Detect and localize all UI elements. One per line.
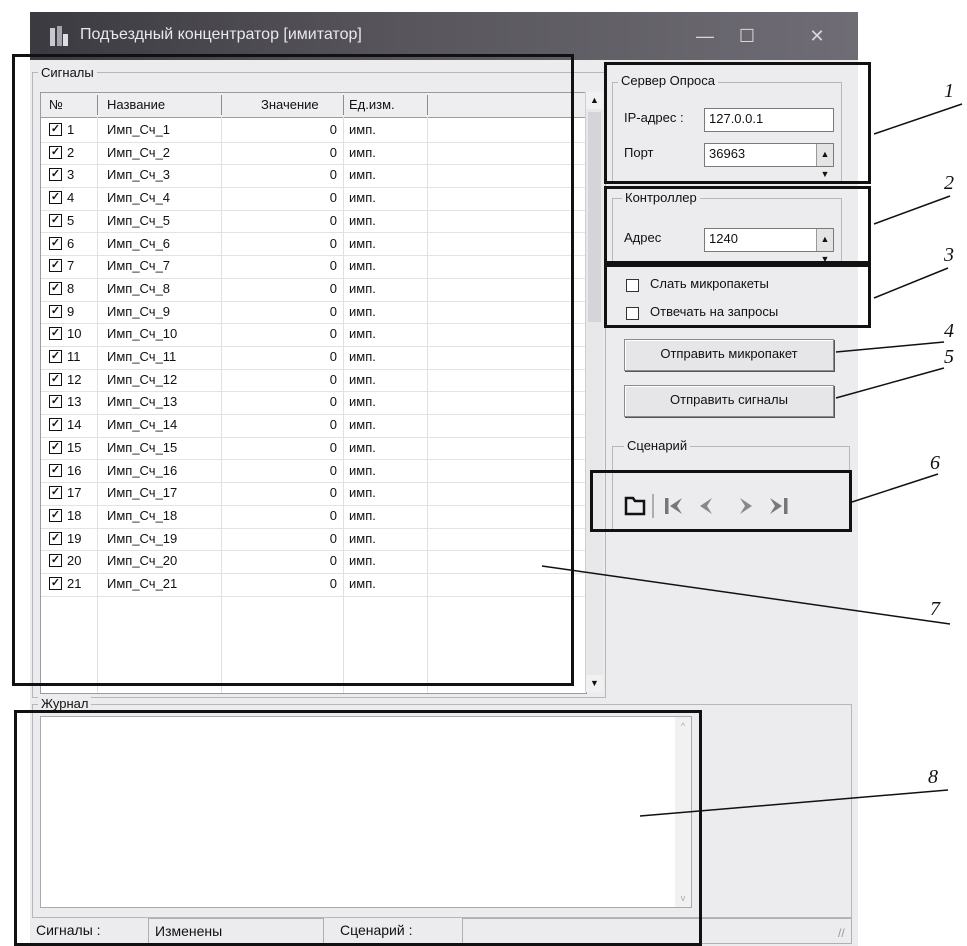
callout-4: 4 [944,320,954,342]
annotation-box-controller [604,186,871,264]
scroll-up-button[interactable]: ▲ [586,92,603,109]
window-title: Подъездный концентратор [имитатор] [80,26,362,43]
callout-6: 6 [930,452,940,474]
callout-2: 2 [944,172,954,194]
journal-group-title: Журнал [38,696,92,711]
minimize-button[interactable]: — [690,24,720,48]
annotation-box-signals [12,54,574,686]
title-bar[interactable]: Подъездный концентратор [имитатор] — ☐ ✕ [30,12,858,60]
resize-grip-icon[interactable]: // [838,926,845,940]
signals-scrollbar[interactable]: ▲ ▼ [585,92,603,692]
scroll-thumb[interactable] [588,112,601,322]
callout-8: 8 [928,766,938,788]
scroll-down-button[interactable]: ▼ [586,675,603,692]
app-icon [50,26,68,46]
send-signals-button[interactable]: Отправить сигналы [624,385,834,417]
scenario-group-title: Сценарий [624,438,691,453]
send-micropacket-button[interactable]: Отправить микропакет [624,339,834,371]
callout-5: 5 [944,346,954,368]
annotation-box-scenario [590,470,852,532]
annotation-box-journal [14,710,702,946]
callout-1: 1 [944,80,954,102]
maximize-button[interactable]: ☐ [732,24,762,48]
annotation-box-options [604,264,871,328]
callout-3: 3 [944,244,954,266]
callout-7: 7 [930,598,940,620]
annotation-box-server [604,62,871,184]
close-button[interactable]: ✕ [802,24,832,48]
